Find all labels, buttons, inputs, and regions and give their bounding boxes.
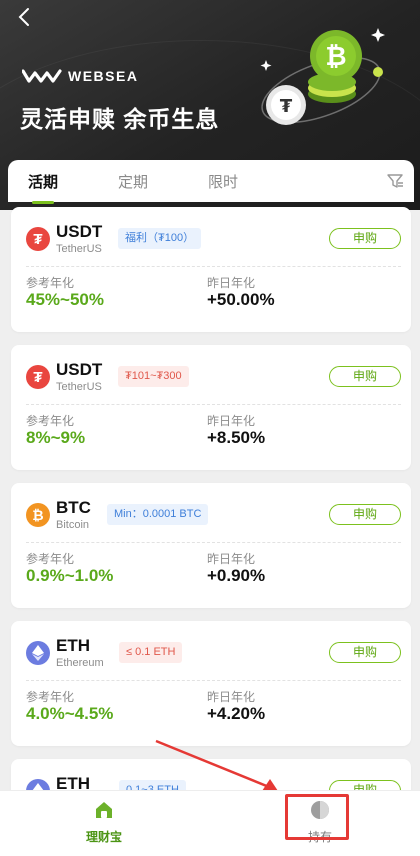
- reference-apy-value: 8%~9%: [26, 428, 86, 447]
- subscribe-button[interactable]: 申购: [329, 228, 401, 249]
- coin-fullname: TetherUS: [56, 243, 102, 255]
- tab-fixed[interactable]: 定期: [110, 161, 156, 202]
- subscribe-button[interactable]: 申购: [329, 642, 401, 663]
- card-divider: [26, 680, 401, 681]
- tab-limited[interactable]: 限时: [200, 161, 246, 202]
- bottom-nav: 理财宝 持有: [0, 790, 420, 856]
- tab-bar: 活期 定期 限时: [8, 160, 414, 202]
- websea-logo-icon: [22, 69, 62, 83]
- coin-name: BTC: [56, 498, 91, 517]
- card-divider: [26, 266, 401, 267]
- coin-name: USDT: [56, 360, 103, 379]
- home-icon: [96, 802, 112, 818]
- yesterday-apy-value: +50.00%: [207, 290, 275, 309]
- product-card: ETH Ethereum ≤ 0.1 ETH 申购 参考年化 昨日年化 4.0%…: [11, 621, 411, 746]
- btc-icon: ₿: [26, 503, 50, 527]
- highlight-box: [285, 794, 349, 840]
- reference-apy-value: 0.9%~1.0%: [26, 566, 114, 585]
- svg-text:₮: ₮: [280, 96, 293, 117]
- product-tag: ₮101~₮300: [118, 366, 189, 387]
- brand-logo: WEBSEA: [22, 68, 138, 84]
- product-tag: ≤ 0.1 ETH: [119, 642, 183, 663]
- coin-name: ETH: [56, 636, 90, 655]
- yesterday-apy-value: +4.20%: [207, 704, 266, 723]
- coin-fullname: TetherUS: [56, 381, 102, 393]
- product-tag: 福利（₮100）: [118, 228, 202, 249]
- product-card: ₮ USDT TetherUS ₮101~₮300 申购 参考年化 昨日年化 8…: [11, 345, 411, 470]
- yesterday-apy-value: +8.50%: [207, 428, 266, 447]
- tab-flexible[interactable]: 活期: [20, 161, 66, 202]
- card-divider: [26, 404, 401, 405]
- reference-apy-label: 参考年化: [26, 552, 75, 566]
- yesterday-apy-label: 昨日年化: [207, 276, 256, 290]
- reference-apy-value: 4.0%~4.5%: [26, 704, 114, 723]
- product-card: ₿ BTC Bitcoin Min：0.0001 BTC 申购 参考年化 昨日年…: [11, 483, 411, 608]
- hero-title: 灵活申赎 余币生息: [20, 106, 220, 132]
- reference-apy-label: 参考年化: [26, 690, 75, 704]
- svg-text:₿: ₿: [325, 42, 346, 72]
- coin-fullname: Bitcoin: [56, 519, 90, 531]
- product-card: ₮ USDT TetherUS 福利（₮100） 申购 参考年化 昨日年化 45…: [11, 207, 411, 332]
- nav-wealth-label: 理财宝: [85, 830, 122, 844]
- usdt-icon: ₮: [26, 227, 50, 251]
- back-arrow-icon[interactable]: [14, 6, 36, 28]
- usdt-icon: ₮: [26, 365, 50, 389]
- eth-icon: [26, 641, 50, 665]
- brand-name: WEBSEA: [68, 68, 139, 84]
- coins-illustration-icon: ₿ ₮: [260, 28, 385, 125]
- yesterday-apy-label: 昨日年化: [207, 414, 256, 428]
- filter-icon[interactable]: [386, 172, 404, 190]
- reference-apy-label: 参考年化: [26, 414, 75, 428]
- yesterday-apy-value: +0.90%: [207, 566, 266, 585]
- yesterday-apy-label: 昨日年化: [207, 690, 256, 704]
- reference-apy-value: 45%~50%: [26, 290, 104, 309]
- subscribe-button[interactable]: 申购: [329, 366, 401, 387]
- product-tag: Min：0.0001 BTC: [107, 504, 209, 525]
- nav-wealth[interactable]: 理财宝: [64, 799, 144, 845]
- coin-fullname: Ethereum: [56, 657, 104, 669]
- card-divider: [26, 542, 401, 543]
- reference-apy-label: 参考年化: [26, 276, 75, 290]
- yesterday-apy-label: 昨日年化: [207, 552, 256, 566]
- coin-name: USDT: [56, 222, 103, 241]
- subscribe-button[interactable]: 申购: [329, 504, 401, 525]
